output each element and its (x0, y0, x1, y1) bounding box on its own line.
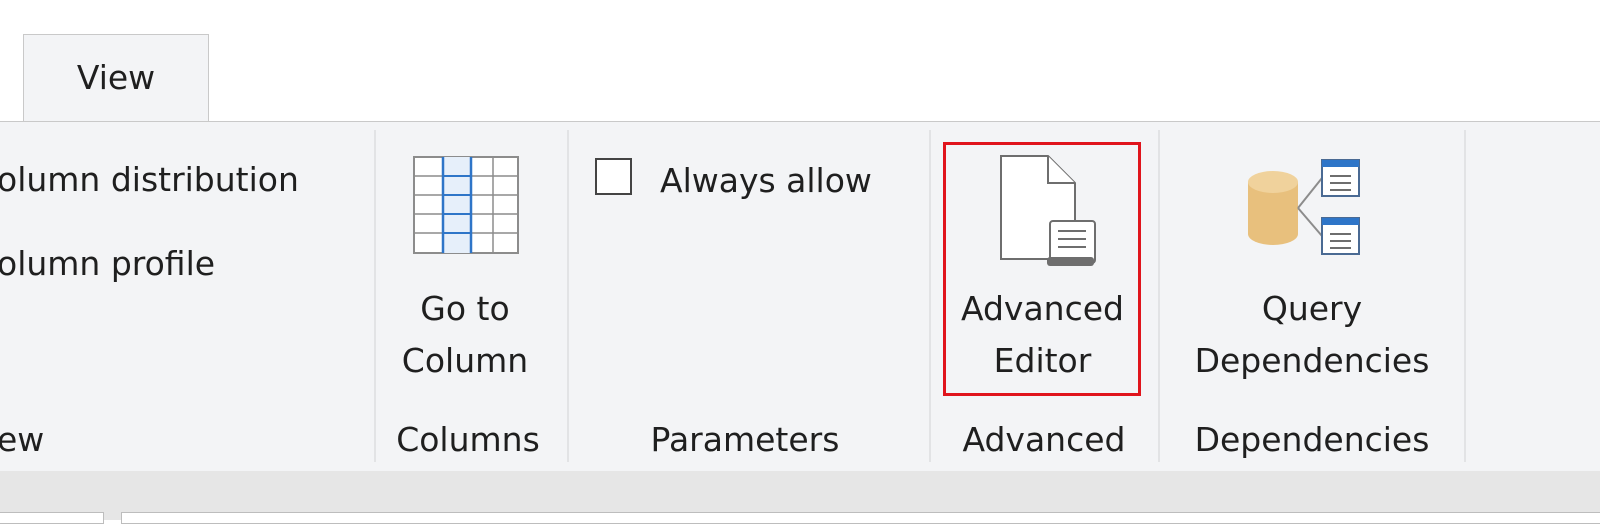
tab-view[interactable]: View (23, 34, 209, 122)
group-label-parameters: Parameters (650, 420, 840, 459)
group-label-columns: Columns (396, 420, 540, 459)
group-separator (374, 130, 376, 462)
group-separator (1464, 130, 1466, 462)
column-profile-option[interactable]: olumn profile (0, 244, 215, 284)
group-label-advanced: Advanced (962, 420, 1126, 459)
column-distribution-option[interactable]: olumn distribution (0, 160, 299, 200)
table-column-icon (413, 156, 519, 254)
group-label-dependencies: Dependencies (1194, 420, 1430, 459)
always-allow-checkbox[interactable] (595, 158, 632, 195)
group-label-view: ew (0, 420, 45, 459)
group-separator (1158, 130, 1160, 462)
group-separator (929, 130, 931, 462)
go-to-column-label-line2: Column (401, 341, 529, 380)
query-dependencies-label-line2: Dependencies (1194, 341, 1430, 380)
ribbon-tab-strip: View (0, 0, 1600, 122)
go-to-column-label-line1: Go to (420, 289, 510, 328)
always-allow-label: Always allow (660, 161, 872, 200)
highlight-box (943, 142, 1141, 396)
database-dependencies-icon (1248, 159, 1360, 255)
query-dependencies-label-line1: Query (1261, 289, 1363, 328)
group-separator (567, 130, 569, 462)
queries-pane-edge (0, 512, 104, 524)
formula-bar-edge (121, 512, 1600, 524)
